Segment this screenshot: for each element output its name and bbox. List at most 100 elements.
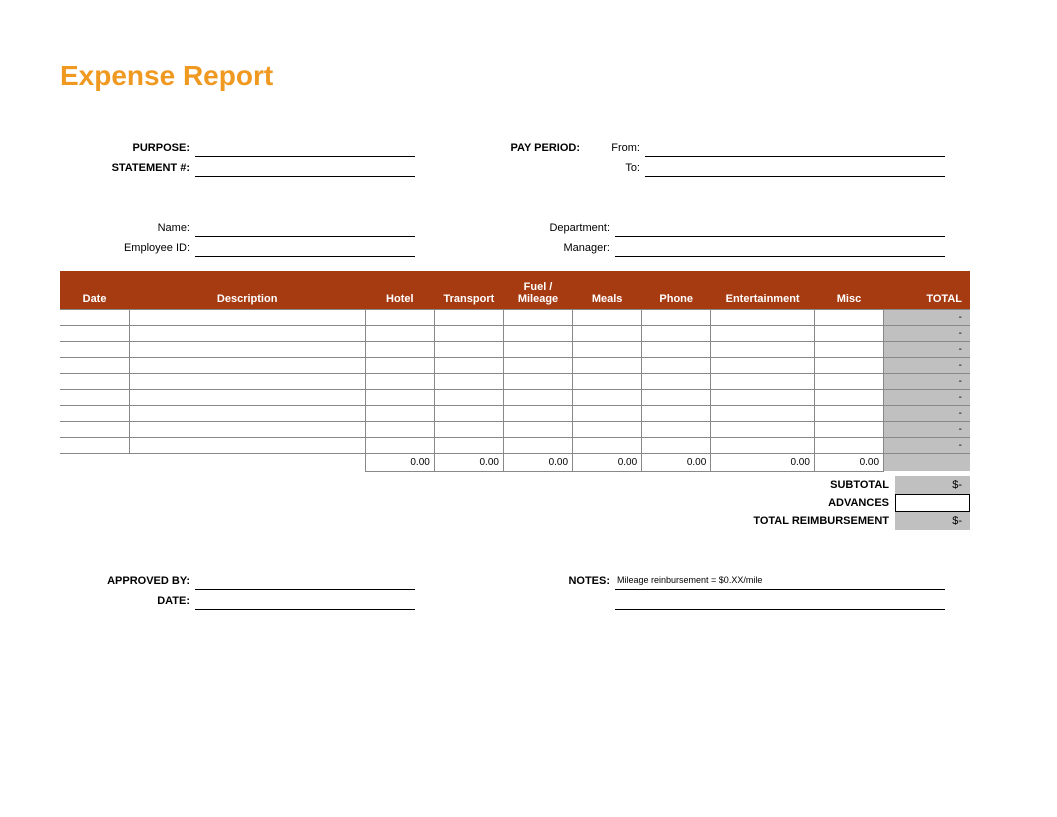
department-input[interactable] [615, 219, 945, 237]
table-cell[interactable] [129, 309, 365, 325]
table-cell[interactable] [814, 421, 883, 437]
table-cell[interactable] [814, 437, 883, 453]
table-cell[interactable] [60, 309, 129, 325]
table-cell[interactable] [365, 389, 434, 405]
table-cell[interactable] [434, 341, 503, 357]
table-cell[interactable] [503, 325, 572, 341]
manager-input[interactable] [615, 239, 945, 257]
table-cell[interactable] [365, 357, 434, 373]
table-cell[interactable] [814, 357, 883, 373]
table-cell[interactable] [711, 341, 815, 357]
table-cell[interactable] [711, 389, 815, 405]
footer-date-input[interactable] [195, 592, 415, 610]
table-cell[interactable] [711, 405, 815, 421]
table-cell[interactable] [434, 373, 503, 389]
table-cell[interactable] [129, 373, 365, 389]
table-cell[interactable] [642, 389, 711, 405]
table-cell[interactable] [434, 309, 503, 325]
table-cell[interactable] [711, 373, 815, 389]
table-cell[interactable] [642, 357, 711, 373]
table-cell[interactable] [711, 437, 815, 453]
table-cell[interactable] [60, 437, 129, 453]
statement-input[interactable] [195, 159, 415, 177]
name-input[interactable] [195, 219, 415, 237]
table-cell[interactable] [60, 325, 129, 341]
manager-label: Manager: [475, 239, 615, 257]
table-cell[interactable] [129, 389, 365, 405]
table-cell[interactable] [503, 341, 572, 357]
table-cell[interactable] [129, 341, 365, 357]
table-cell[interactable] [642, 437, 711, 453]
approved-by-input[interactable] [195, 572, 415, 590]
advances-input[interactable] [895, 494, 970, 512]
table-cell[interactable] [573, 341, 642, 357]
table-cell[interactable] [642, 405, 711, 421]
table-cell[interactable] [814, 309, 883, 325]
table-cell[interactable] [503, 357, 572, 373]
table-cell[interactable] [642, 421, 711, 437]
table-cell[interactable] [365, 341, 434, 357]
table-cell[interactable] [814, 405, 883, 421]
table-cell[interactable] [642, 309, 711, 325]
table-cell[interactable] [60, 341, 129, 357]
employee-id-input[interactable] [195, 239, 415, 257]
table-cell[interactable] [60, 373, 129, 389]
table-cell[interactable] [365, 325, 434, 341]
table-cell[interactable] [642, 373, 711, 389]
table-cell[interactable] [434, 421, 503, 437]
table-cell[interactable] [434, 389, 503, 405]
to-input[interactable] [645, 159, 945, 177]
table-cell[interactable] [711, 421, 815, 437]
table-cell[interactable] [503, 389, 572, 405]
table-cell[interactable] [573, 389, 642, 405]
table-cell[interactable] [814, 341, 883, 357]
table-cell[interactable] [573, 325, 642, 341]
table-cell[interactable] [365, 437, 434, 453]
table-cell[interactable] [642, 325, 711, 341]
table-cell[interactable] [573, 309, 642, 325]
table-cell[interactable] [60, 389, 129, 405]
table-cell[interactable] [365, 309, 434, 325]
table-cell[interactable] [129, 421, 365, 437]
table-cell[interactable] [129, 405, 365, 421]
table-cell[interactable] [814, 373, 883, 389]
table-cell[interactable] [573, 373, 642, 389]
table-cell: - [884, 341, 970, 357]
table-cell[interactable] [434, 325, 503, 341]
table-cell[interactable] [814, 389, 883, 405]
table-cell[interactable] [129, 437, 365, 453]
table-cell[interactable] [503, 421, 572, 437]
table-cell[interactable] [365, 421, 434, 437]
notes-input-line2[interactable] [615, 592, 945, 610]
table-cell[interactable] [365, 373, 434, 389]
table-cell[interactable] [60, 405, 129, 421]
table-cell[interactable] [60, 357, 129, 373]
table-cell[interactable] [503, 437, 572, 453]
table-cell[interactable] [129, 357, 365, 373]
table-cell[interactable] [711, 357, 815, 373]
department-label: Department: [475, 219, 615, 237]
table-cell[interactable] [573, 357, 642, 373]
table-cell[interactable] [129, 325, 365, 341]
from-input[interactable] [645, 139, 945, 157]
table-cell[interactable] [814, 325, 883, 341]
notes-input[interactable]: Mileage reinbursement = $0.XX/mile [615, 572, 945, 590]
table-cell[interactable] [434, 405, 503, 421]
purpose-input[interactable] [195, 139, 415, 157]
table-cell[interactable] [503, 405, 572, 421]
table-cell[interactable] [711, 325, 815, 341]
table-cell[interactable] [434, 357, 503, 373]
table-cell[interactable] [434, 437, 503, 453]
table-cell[interactable] [642, 341, 711, 357]
table-cell[interactable] [573, 437, 642, 453]
table-cell[interactable] [503, 373, 572, 389]
table-row: - [60, 437, 970, 453]
table-cell[interactable] [365, 405, 434, 421]
table-cell[interactable] [60, 421, 129, 437]
table-cell[interactable] [711, 309, 815, 325]
page-title: Expense Report [60, 60, 997, 92]
table-cell[interactable] [573, 421, 642, 437]
table-cell: - [884, 373, 970, 389]
table-cell[interactable] [573, 405, 642, 421]
table-cell[interactable] [503, 309, 572, 325]
